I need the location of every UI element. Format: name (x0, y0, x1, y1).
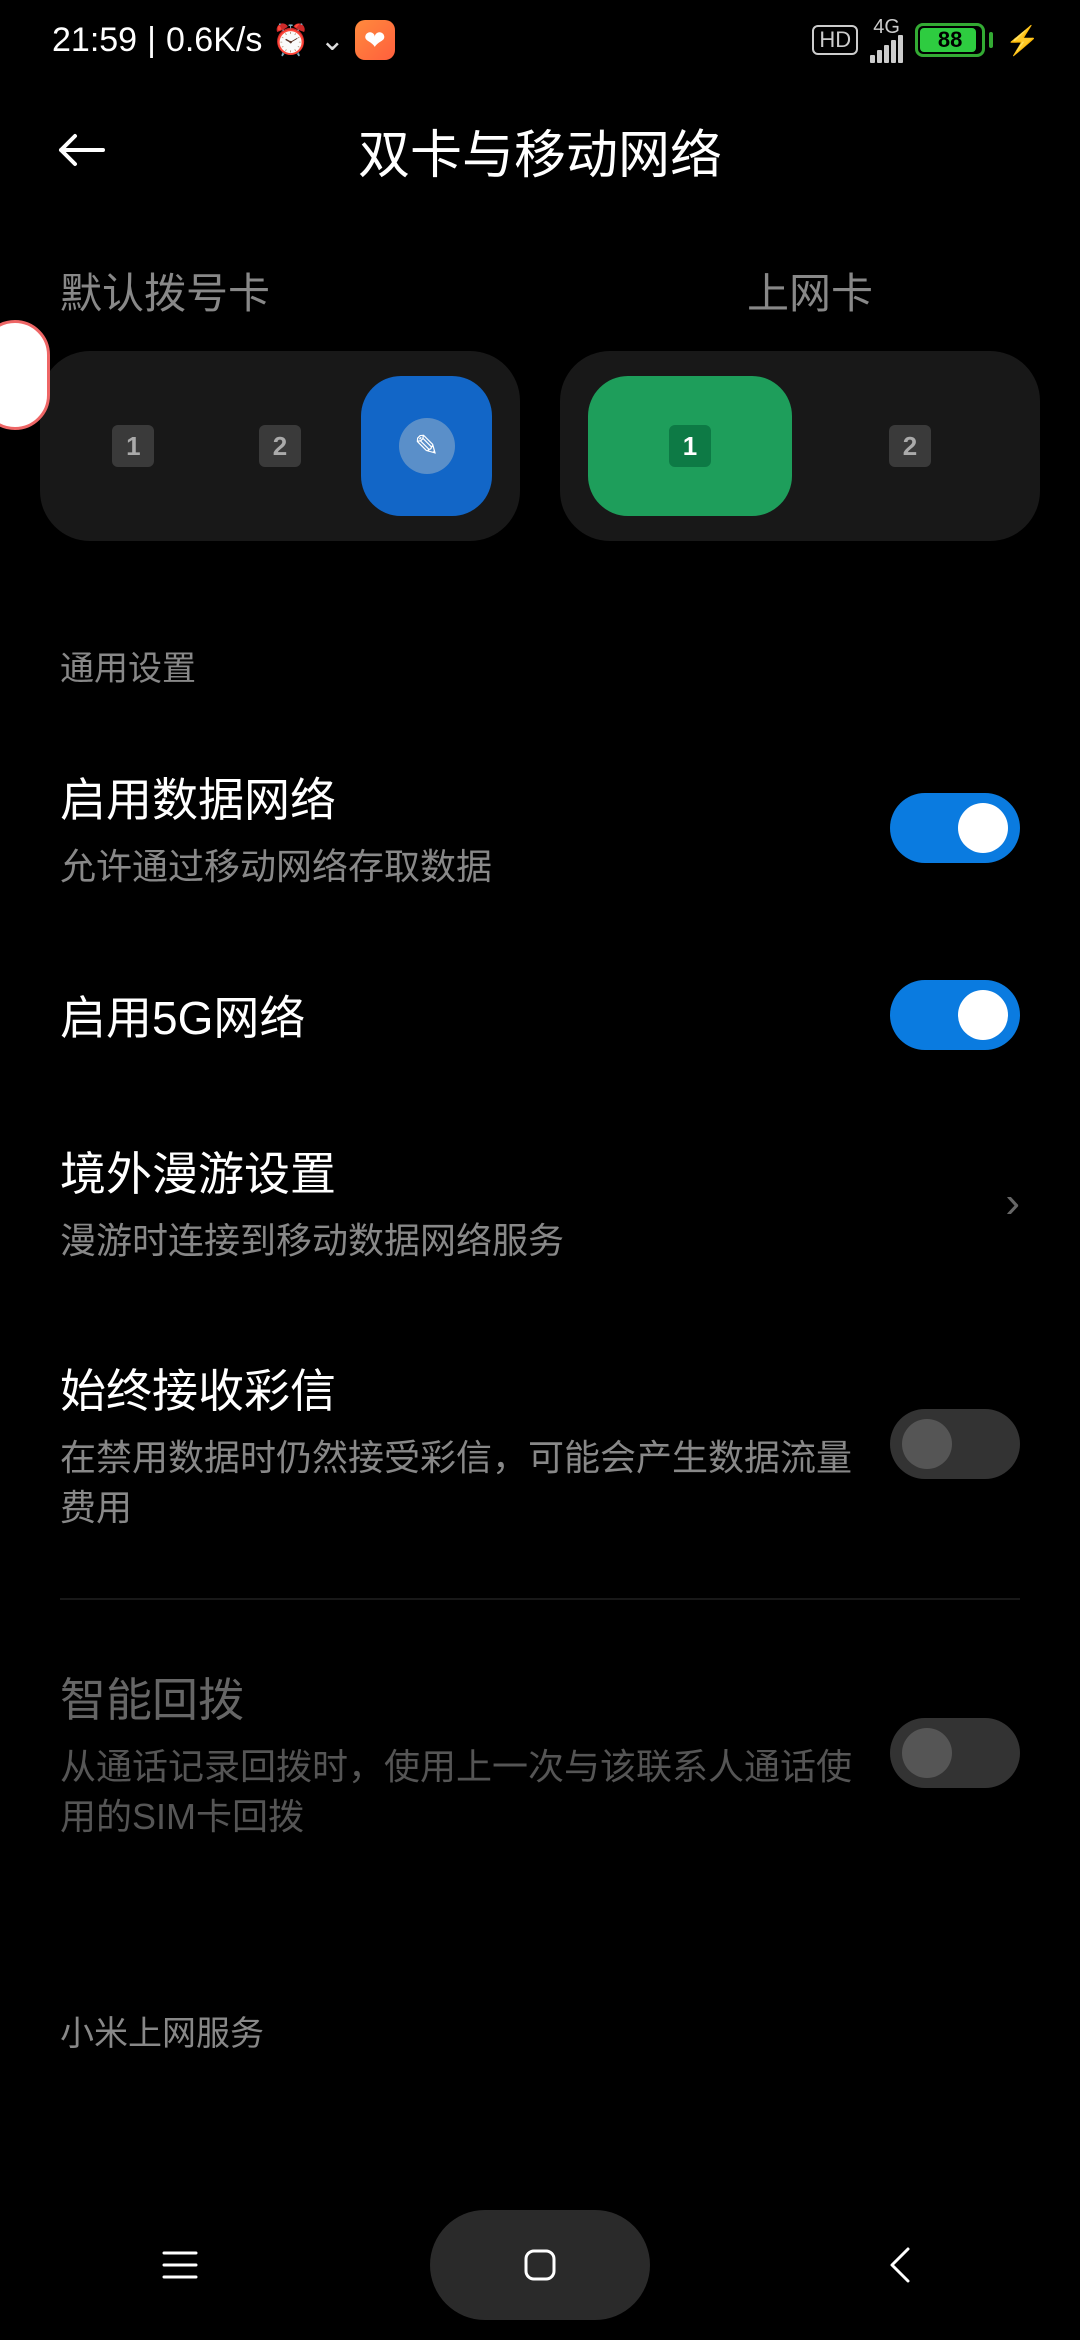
sim-2-badge: 2 (889, 425, 931, 467)
status-speed: 0.6K/s (166, 21, 262, 60)
setting-title: 智能回拨 (60, 1664, 860, 1730)
nav-home-button[interactable] (430, 2210, 650, 2320)
chevron-down-icon: ⌄ (320, 23, 345, 58)
setting-mobile-data[interactable]: 启用数据网络 允许通过移动网络存取数据 (60, 720, 1020, 936)
sim-1-badge: 1 (112, 425, 154, 467)
signal-bars-icon (870, 37, 903, 63)
section-xiaomi-service: 小米上网服务 (0, 1886, 1080, 2085)
default-call-sim-group: 默认拨号卡 1 2 ✎ (40, 260, 520, 541)
network-type: 4G (873, 17, 900, 37)
mms-toggle[interactable] (890, 1409, 1020, 1479)
menu-icon (160, 2249, 200, 2281)
data-sim-card: 1 2 (560, 351, 1040, 541)
nav-bar (0, 2190, 1080, 2340)
sim-section: 默认拨号卡 1 2 ✎ 上网卡 1 2 (0, 220, 1080, 541)
setting-desc: 允许通过移动网络存取数据 (60, 842, 860, 892)
nav-menu-button[interactable] (70, 2210, 290, 2320)
5g-toggle[interactable] (890, 980, 1020, 1050)
setting-text: 启用数据网络 允许通过移动网络存取数据 (60, 764, 890, 892)
setting-text: 始终接收彩信 在禁用数据时仍然接受彩信，可能会产生数据流量费用 (60, 1355, 890, 1534)
status-left: 21:59 | 0.6K/s ⏰ ⌄ ❤ (52, 20, 395, 60)
square-icon (522, 2247, 558, 2283)
setting-desc: 漫游时连接到移动数据网络服务 (60, 1216, 975, 1266)
sim-2-badge: 2 (259, 425, 301, 467)
call-sim-2-button[interactable]: 2 (215, 376, 346, 516)
nav-back-button[interactable] (790, 2210, 1010, 2320)
charging-icon: ⚡ (1005, 24, 1040, 57)
status-time: 21:59 (52, 21, 137, 60)
setting-text: 启用5G网络 (60, 982, 890, 1048)
setting-mms[interactable]: 始终接收彩信 在禁用数据时仍然接受彩信，可能会产生数据流量费用 (60, 1311, 1020, 1578)
data-sim-2-button[interactable]: 2 (808, 376, 1012, 516)
page-title: 双卡与移动网络 (0, 113, 1080, 188)
setting-title: 启用5G网络 (60, 982, 860, 1048)
default-call-card: 1 2 ✎ (40, 351, 520, 541)
setting-desc: 在禁用数据时仍然接受彩信，可能会产生数据流量费用 (60, 1433, 860, 1534)
setting-roaming[interactable]: 境外漫游设置 漫游时连接到移动数据网络服务 › (60, 1094, 1020, 1310)
divider (60, 1598, 1020, 1600)
battery-percent: 88 (938, 27, 962, 53)
signal-icon: 4G (870, 17, 903, 63)
call-sim-1-button[interactable]: 1 (68, 376, 199, 516)
setting-title: 境外漫游设置 (60, 1138, 975, 1204)
chevron-left-icon (886, 2245, 914, 2285)
smart-callback-toggle[interactable] (890, 1718, 1020, 1788)
mobile-data-toggle[interactable] (890, 793, 1020, 863)
default-call-label: 默认拨号卡 (40, 260, 520, 321)
arrow-left-icon (55, 130, 105, 170)
alarm-icon: ⏰ (272, 23, 309, 58)
page-header: 双卡与移动网络 (0, 80, 1080, 220)
mascot-icon[interactable] (0, 320, 50, 430)
battery-icon: 88 (915, 23, 993, 57)
sim-1-badge: 1 (669, 425, 711, 467)
hd-icon: HD (812, 25, 858, 55)
data-sim-group: 上网卡 1 2 (560, 260, 1040, 541)
data-sim-label: 上网卡 (560, 260, 1040, 321)
data-sim-1-button[interactable]: 1 (588, 376, 792, 516)
status-sep: | (147, 21, 156, 60)
setting-text: 智能回拨 从通话记录回拨时，使用上一次与该联系人通话使用的SIM卡回拨 (60, 1664, 890, 1843)
section-general: 通用设置 (0, 541, 1080, 720)
setting-title: 启用数据网络 (60, 764, 860, 830)
settings-list: 启用数据网络 允许通过移动网络存取数据 启用5G网络 境外漫游设置 漫游时连接到… (0, 720, 1080, 1886)
setting-text: 境外漫游设置 漫游时连接到移动数据网络服务 (60, 1138, 1005, 1266)
status-right: HD 4G 88 ⚡ (812, 17, 1040, 63)
setting-smart-callback[interactable]: 智能回拨 从通话记录回拨时，使用上一次与该联系人通话使用的SIM卡回拨 (60, 1620, 1020, 1887)
call-sim-edit-button[interactable]: ✎ (361, 376, 492, 516)
chevron-right-icon: › (1005, 1178, 1020, 1228)
setting-desc: 从通话记录回拨时，使用上一次与该联系人通话使用的SIM卡回拨 (60, 1742, 860, 1843)
setting-5g[interactable]: 启用5G网络 (60, 936, 1020, 1094)
status-bar: 21:59 | 0.6K/s ⏰ ⌄ ❤ HD 4G 88 ⚡ (0, 0, 1080, 80)
setting-title: 始终接收彩信 (60, 1355, 860, 1421)
health-app-icon: ❤ (355, 20, 395, 60)
back-button[interactable] (40, 110, 120, 190)
pencil-icon: ✎ (399, 418, 455, 474)
